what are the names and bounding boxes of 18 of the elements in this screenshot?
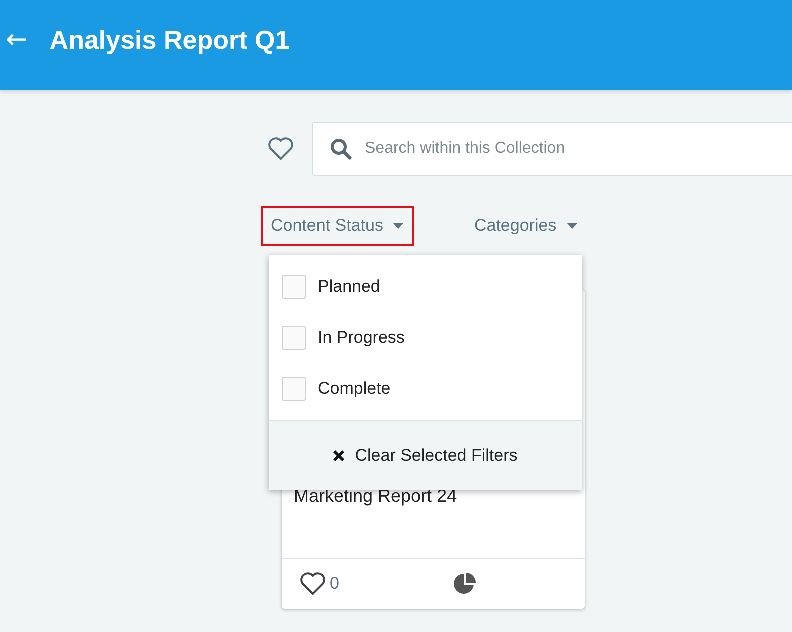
checkbox[interactable]	[282, 376, 306, 400]
filter-dropdown[interactable]: Categories	[464, 206, 588, 246]
checkbox[interactable]	[282, 326, 306, 350]
caret-icon	[566, 223, 578, 229]
option-label[interactable]: In Progress	[318, 328, 405, 348]
favorite-heart-icon[interactable]	[268, 137, 294, 161]
close-icon	[333, 450, 346, 462]
like-heart-icon[interactable]	[300, 572, 326, 596]
checkbox[interactable]	[282, 274, 306, 298]
caret-icon	[393, 223, 404, 229]
pie-chart-icon	[453, 572, 478, 596]
clear-filters-button[interactable]: Clear Selected Filters	[269, 420, 582, 490]
page-title: Analysis Report Q1	[50, 24, 290, 56]
search-field[interactable]: Search within this Collection	[312, 122, 792, 176]
option-label[interactable]: Planned	[318, 276, 380, 296]
option-label[interactable]: Complete	[318, 378, 391, 398]
like-count: 0	[330, 574, 340, 594]
filter-dropdown[interactable]: Content Status	[261, 206, 414, 246]
